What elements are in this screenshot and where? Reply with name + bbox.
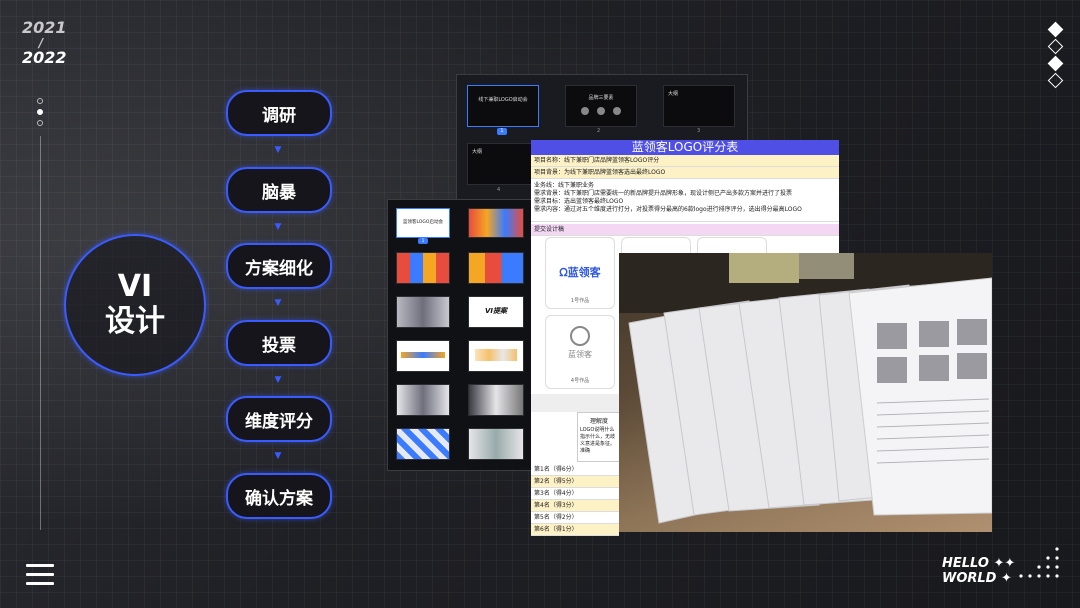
page-dots[interactable] bbox=[37, 98, 43, 131]
slide-thumb[interactable] bbox=[396, 296, 450, 328]
logo-text: ᘯ蓝领客 bbox=[559, 266, 601, 279]
slide-thumb[interactable]: 大纲 bbox=[467, 143, 539, 185]
rank-row: 第6名（得1分） bbox=[531, 524, 619, 536]
slide-thumb[interactable]: 大纲 bbox=[663, 85, 735, 127]
work-label: 4号作品 bbox=[570, 378, 590, 384]
slide-thumb[interactable] bbox=[396, 384, 450, 416]
diamond-icon[interactable] bbox=[1047, 38, 1064, 55]
slide-thumb[interactable]: 品牌三要素 bbox=[565, 85, 637, 127]
menu-icon[interactable] bbox=[26, 564, 54, 591]
slides-panel-left: 蓝领客LOGO启动会 1 VI提案 bbox=[387, 199, 532, 471]
slide-thumb-title: 品牌三要素 bbox=[588, 95, 614, 101]
info-line: 需求背景：线下兼职门店需要统一的新品牌提升品牌形象，现设计侧已产出多款方案并进行… bbox=[534, 190, 793, 197]
arrow-down-icon: ▼ bbox=[274, 451, 282, 461]
diamond-icon[interactable] bbox=[1047, 21, 1064, 38]
year-start: 2021 bbox=[22, 18, 67, 37]
hub-title-line2: 设计 bbox=[105, 304, 165, 339]
info-line: 需求内容：通过对五个维度进行打分，对投票得分最高的6款logo进行排序评分，选出… bbox=[534, 206, 802, 213]
step-research[interactable]: 调研 bbox=[226, 90, 332, 136]
step-brainstorm[interactable]: 脑暴 bbox=[226, 167, 332, 213]
slide-thumb[interactable]: 线下兼职LOGO启动会 bbox=[467, 85, 539, 127]
step-scoring[interactable]: 维度评分 bbox=[226, 396, 332, 442]
score-sheets-photo bbox=[619, 253, 992, 532]
project-name: 项目名称：线下兼职门店品牌蓝领客LOGO评分 bbox=[531, 155, 839, 167]
project-background: 项目背景：为线下兼职品牌蓝领客选出最终LOGO bbox=[531, 167, 839, 179]
arrow-down-icon: ▼ bbox=[274, 145, 282, 155]
vi-design-hub: VI 设计 bbox=[64, 234, 206, 376]
dot-grid-icon bbox=[1019, 547, 1059, 578]
slide-number: 1 bbox=[418, 238, 428, 244]
slide-thumb[interactable] bbox=[468, 252, 524, 284]
logo-mark-icon: ᘯ bbox=[559, 266, 568, 279]
column-description: LOGO说明什么指示什么，无歧义意进是象征。准确 bbox=[580, 427, 616, 454]
hub-title-line1: VI bbox=[117, 269, 153, 304]
slide-thumb-title: 大纲 bbox=[472, 149, 483, 155]
world-text: WORLD ✦ bbox=[942, 571, 1012, 586]
slide-thumb-title: VI提案 bbox=[484, 307, 508, 315]
arrow-down-icon: ▼ bbox=[274, 375, 282, 385]
table-column: 理解度 LOGO说明什么指示什么，无歧义意进是象征。准确 bbox=[577, 412, 621, 462]
info-line: 需求目标：选出蓝领客最终LOGO bbox=[534, 198, 624, 205]
slide-thumb[interactable] bbox=[396, 428, 450, 460]
logo-card-4: 蓝领客 4号作品 bbox=[545, 315, 615, 389]
rank-list: 第1名（得6分） 第2名（得5分） 第3名（得4分） 第4名（得3分） 第5名（… bbox=[531, 464, 619, 536]
slide-thumb-title: 蓝领客LOGO启动会 bbox=[403, 220, 443, 225]
document-title: 蓝领客LOGO评分表 bbox=[531, 140, 839, 155]
submit-designs-label: 提交设计稿 bbox=[531, 224, 839, 236]
slide-thumb-title: 大纲 bbox=[668, 91, 679, 97]
slide-number: 1 bbox=[497, 128, 507, 135]
slide-thumb[interactable] bbox=[468, 384, 524, 416]
slide-number: 2 bbox=[597, 128, 601, 134]
divider-line bbox=[40, 136, 41, 530]
step-refine[interactable]: 方案细化 bbox=[226, 243, 332, 289]
slide-thumb[interactable] bbox=[396, 252, 450, 284]
rank-row: 第1名（得6分） bbox=[531, 464, 619, 476]
diamond-nav[interactable] bbox=[1047, 21, 1064, 92]
slide-thumb[interactable]: 蓝领客LOGO启动会 bbox=[396, 208, 450, 238]
rank-row: 第3名（得4分） bbox=[531, 488, 619, 500]
step-vote[interactable]: 投票 bbox=[226, 320, 332, 366]
slide-number: 3 bbox=[697, 128, 701, 134]
slide-number: 4 bbox=[497, 187, 501, 193]
paper-stack-image bbox=[619, 253, 992, 524]
rank-row: 第5名（得2分） bbox=[531, 512, 619, 524]
year-end: 2022 bbox=[22, 48, 67, 67]
diamond-icon[interactable] bbox=[1047, 55, 1064, 72]
slide-thumb[interactable] bbox=[468, 340, 524, 372]
slide-thumb[interactable] bbox=[396, 340, 450, 372]
hello-world-logo: HELLO ✦✦ WORLD ✦ bbox=[942, 556, 1015, 586]
logo-card-1: ᘯ蓝领客 1号作品 bbox=[545, 237, 615, 309]
slide-thumb[interactable] bbox=[468, 428, 524, 460]
rank-row: 第2名（得5分） bbox=[531, 476, 619, 488]
hello-text: HELLO ✦✦ bbox=[942, 556, 1016, 571]
arrow-down-icon: ▼ bbox=[274, 298, 282, 308]
work-label: 1号作品 bbox=[570, 298, 590, 304]
logo-text: 蓝领客 bbox=[568, 350, 592, 359]
info-line: 业务线：线下兼职业务 bbox=[534, 182, 595, 189]
rank-row: 第4名（得3分） bbox=[531, 500, 619, 512]
diamond-icon[interactable] bbox=[1047, 72, 1064, 89]
slide-thumb[interactable]: VI提案 bbox=[468, 296, 524, 328]
year-label: 2021 / 2022 bbox=[22, 18, 67, 67]
step-confirm[interactable]: 确认方案 bbox=[226, 473, 332, 519]
avatar-logo-icon bbox=[570, 326, 590, 346]
slide-thumb-title: 线下兼职LOGO启动会 bbox=[478, 97, 528, 103]
arrow-down-icon: ▼ bbox=[274, 222, 282, 232]
slide-thumb[interactable] bbox=[468, 208, 524, 238]
column-header: 理解度 bbox=[589, 418, 608, 425]
